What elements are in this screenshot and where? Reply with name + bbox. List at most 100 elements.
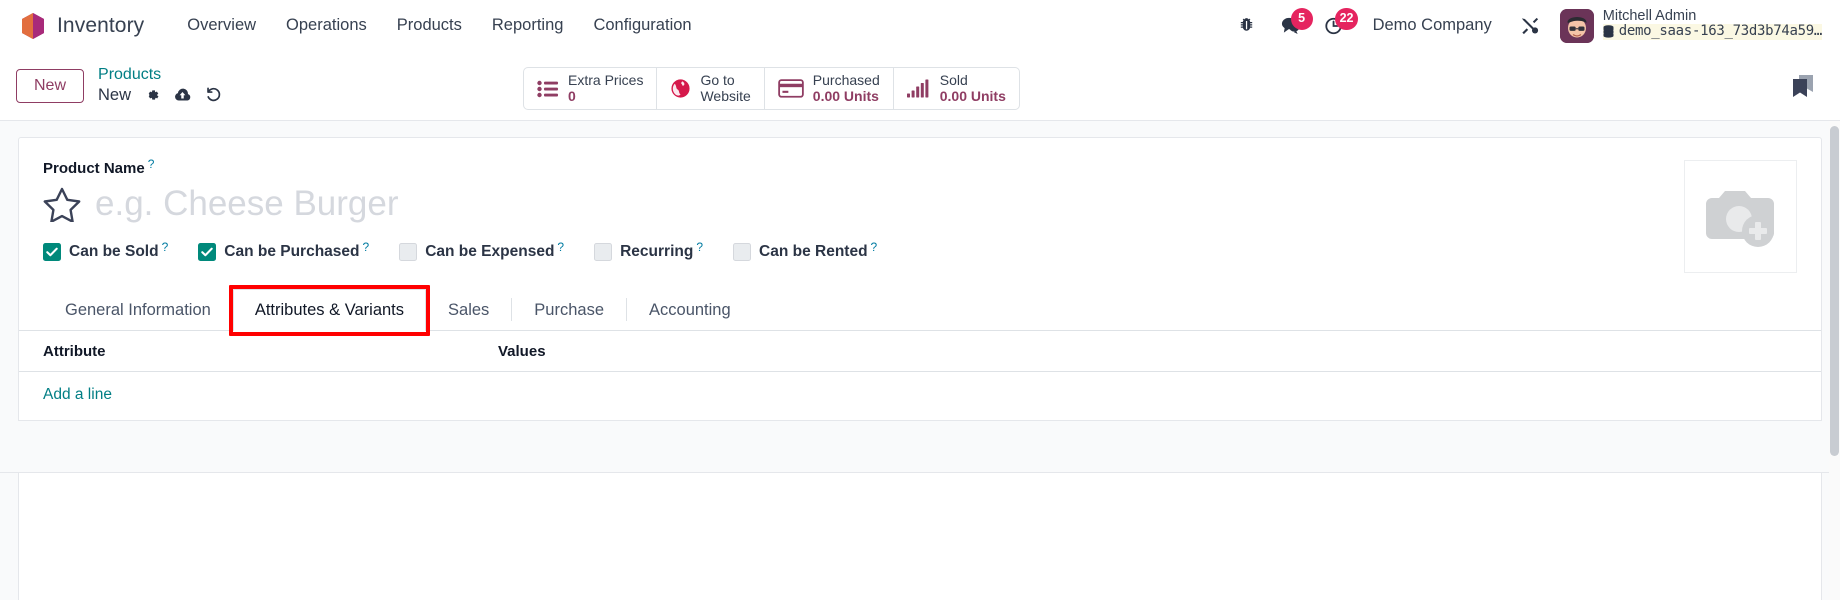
bar-chart-icon xyxy=(906,79,929,98)
checkbox-box[interactable] xyxy=(198,243,217,261)
tab-accounting[interactable]: Accounting xyxy=(627,289,753,331)
stat-label: Extra Prices xyxy=(568,71,644,88)
cloud-upload-icon[interactable] xyxy=(173,88,192,103)
stat-label: Sold xyxy=(939,71,968,88)
checkbox-label: Recurring ? xyxy=(620,240,703,261)
help-icon[interactable]: ? xyxy=(148,157,155,171)
checkbox-box[interactable] xyxy=(594,243,613,261)
help-icon[interactable]: ? xyxy=(162,240,169,254)
chat-bubble-icon[interactable]: 5 xyxy=(1269,6,1313,46)
odoo-cube-icon xyxy=(20,12,46,40)
tab-attributes-variants[interactable]: Attributes & Variants xyxy=(232,289,427,331)
app-brand[interactable]: Inventory xyxy=(14,12,144,40)
checkbox-box[interactable] xyxy=(43,243,61,261)
checkbox-can-be-sold[interactable]: Can be Sold ? xyxy=(43,240,169,261)
checkbox-can-be-purchased[interactable]: Can be Purchased ? xyxy=(198,240,370,261)
column-header-values: Values xyxy=(498,343,546,360)
checkbox-label-text: Can be Sold xyxy=(69,243,159,260)
new-button[interactable]: New xyxy=(16,68,85,103)
checkbox-label: Can be Expensed ? xyxy=(425,240,564,261)
user-name: Mitchell Admin xyxy=(1602,7,1697,24)
product-name-label: Product Name ? xyxy=(43,157,155,177)
stat-value: Website xyxy=(700,87,751,104)
product-image-upload[interactable] xyxy=(1684,160,1797,273)
control-panel: New Products New Extra Prices 0 Go to We… xyxy=(0,51,1840,121)
globe-icon xyxy=(671,79,691,98)
stat-label: Go to xyxy=(700,71,735,88)
breadcrumb-current: New xyxy=(98,85,132,104)
check-icon xyxy=(201,247,214,257)
checkbox-label: Can be Sold ? xyxy=(69,240,169,261)
stat-purchased[interactable]: Purchased 0.00 Units xyxy=(765,68,894,109)
stat-go-to-website[interactable]: Go to Website xyxy=(657,68,765,109)
top-navbar: Inventory Overview Operations Products R… xyxy=(0,0,1840,51)
menu-products[interactable]: Products xyxy=(382,10,477,41)
scrollbar-thumb[interactable] xyxy=(1830,126,1839,456)
navbar-right: 5 22 Demo Company Mitchell Admin demo_sa… xyxy=(1225,6,1826,46)
stat-buttons: Extra Prices 0 Go to Website Purchased 0… xyxy=(523,67,1020,110)
tab-sales[interactable]: Sales xyxy=(426,289,511,331)
menu-configuration[interactable]: Configuration xyxy=(578,10,706,41)
star-icon[interactable] xyxy=(43,186,81,222)
checkbox-can-be-expensed[interactable]: Can be Expensed ? xyxy=(399,240,564,261)
stat-value: 0 xyxy=(568,87,576,104)
credit-card-icon xyxy=(778,79,804,98)
list-icon xyxy=(537,80,558,97)
clock-icon[interactable]: 22 xyxy=(1313,6,1359,46)
help-icon[interactable]: ? xyxy=(696,240,703,254)
table-header-row: Attribute Values xyxy=(19,331,1821,372)
help-icon[interactable]: ? xyxy=(871,240,878,254)
bug-icon[interactable] xyxy=(1225,6,1269,46)
help-icon[interactable]: ? xyxy=(363,240,370,254)
stat-sold[interactable]: Sold 0.00 Units xyxy=(894,68,1019,109)
checkbox-label: Can be Purchased ? xyxy=(224,240,370,261)
table-empty-area xyxy=(0,421,1840,473)
company-switcher[interactable]: Demo Company xyxy=(1357,16,1508,35)
notebook-tabs: General Information Attributes & Variant… xyxy=(19,285,1821,336)
help-icon[interactable]: ? xyxy=(557,240,564,254)
user-database-text: demo_saas-163_73d3b74a59… xyxy=(1618,24,1822,39)
check-icon xyxy=(46,247,58,257)
checkbox-label-text: Can be Expensed xyxy=(425,243,555,260)
checkbox-label-text: Can be Purchased xyxy=(224,243,360,260)
camera-plus-icon xyxy=(1705,190,1774,247)
tab-purchase[interactable]: Purchase xyxy=(512,289,626,331)
gear-icon[interactable] xyxy=(144,87,160,103)
product-flags: Can be Sold ? Can be Purchased ? Can be … xyxy=(43,240,1797,261)
checkbox-recurring[interactable]: Recurring ? xyxy=(594,240,703,261)
product-name-label-text: Product Name xyxy=(43,160,145,177)
avatar xyxy=(1559,8,1594,43)
stat-extra-prices[interactable]: Extra Prices 0 xyxy=(524,68,658,109)
app-name: Inventory xyxy=(57,13,145,37)
stat-value: 0.00 Units xyxy=(939,87,1006,104)
tab-general-information[interactable]: General Information xyxy=(43,289,233,331)
checkbox-can-be-rented[interactable]: Can be Rented ? xyxy=(733,240,878,261)
checkbox-box[interactable] xyxy=(733,243,752,261)
column-header-attribute: Attribute xyxy=(43,343,106,360)
add-a-line-link[interactable]: Add a line xyxy=(43,386,112,403)
checkbox-box[interactable] xyxy=(399,243,418,261)
user-database: demo_saas-163_73d3b74a59… xyxy=(1602,24,1822,40)
main-menu: Overview Operations Products Reporting C… xyxy=(172,10,706,41)
database-icon xyxy=(1603,25,1614,38)
menu-reporting[interactable]: Reporting xyxy=(477,10,579,41)
menu-operations[interactable]: Operations xyxy=(271,10,382,41)
product-form-sheet: Product Name ? Can be Sold ? xyxy=(0,137,1840,600)
menu-overview[interactable]: Overview xyxy=(172,10,271,41)
activities-badge: 22 xyxy=(1334,7,1359,30)
checkbox-label-text: Can be Rented xyxy=(759,243,868,260)
stat-label: Purchased xyxy=(812,71,880,88)
bookmark-icon[interactable] xyxy=(1784,66,1822,106)
breadcrumb-products[interactable]: Products xyxy=(98,66,222,84)
messages-badge: 5 xyxy=(1290,7,1313,30)
product-name-row xyxy=(43,184,1797,224)
product-name-input[interactable] xyxy=(95,184,735,224)
add-a-line-row[interactable]: Add a line xyxy=(19,372,1821,421)
checkbox-label-text: Recurring xyxy=(620,243,694,260)
undo-icon[interactable] xyxy=(205,87,222,103)
user-menu[interactable]: Mitchell Admin demo_saas-163_73d3b74a59… xyxy=(1552,8,1826,43)
form-view-background: Product Name ? Can be Sold ? xyxy=(0,121,1840,600)
checkbox-label: Can be Rented ? xyxy=(759,240,878,261)
breadcrumb: Products New xyxy=(98,66,222,104)
wrench-screwdriver-icon[interactable] xyxy=(1508,6,1552,46)
